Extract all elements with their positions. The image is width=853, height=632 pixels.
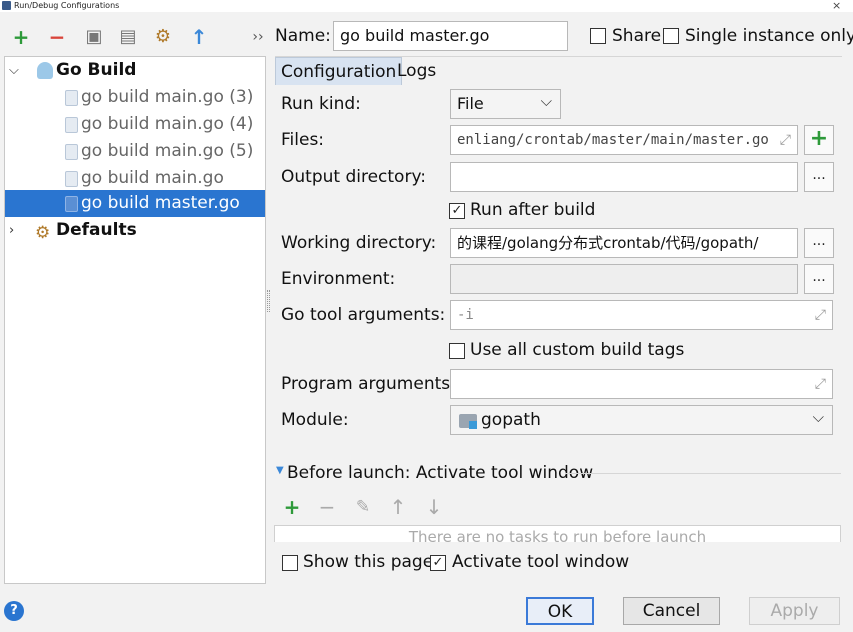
name-label: Name: [275,26,331,46]
single-instance-label: Single instance only [685,26,853,46]
close-icon[interactable]: × [832,0,841,12]
go-file-icon [65,171,78,187]
apply-button[interactable]: Apply [749,597,840,625]
chevron-down-icon[interactable]: ⌵ [9,57,19,84]
title-bar [0,0,853,12]
more-icon[interactable]: ›› [250,26,266,48]
working-dir-field[interactable]: 的课程/golang分布式crontab/代码/gopath/ [450,228,798,258]
run-after-build-checkbox[interactable]: ✓ [449,203,465,219]
expand-icon[interactable]: ⤢ [780,132,791,148]
working-dir-label: Working directory: [281,233,437,253]
tree-item[interactable]: go build main.go (3) [5,84,265,111]
splitter-handle[interactable] [267,290,270,312]
output-dir-label: Output directory: [281,167,426,187]
run-kind-label: Run kind: [281,94,361,114]
go-file-icon [65,196,78,212]
chevron-down-icon: ⌵ [812,408,824,426]
edit-environment-button[interactable]: ... [804,264,834,294]
tree-item[interactable]: go build main.go (5) [5,138,265,165]
tree-item-label: go build main.go (4) [81,114,254,134]
chevron-right-icon[interactable]: › [9,217,14,244]
ok-button[interactable]: OK [526,597,594,625]
tab-logs[interactable]: Logs [392,57,441,85]
single-instance-checkbox[interactable] [663,28,679,44]
gopher-icon [37,62,53,79]
go-tool-args-field[interactable]: -i ⤢ [450,300,833,330]
remove-task-icon[interactable]: − [317,496,337,518]
task-list: There are no tasks to run before launch [274,525,841,542]
program-args-label: Program arguments: [281,374,456,394]
browse-working-dir-button[interactable]: ... [804,228,834,258]
expand-icon[interactable]: ⤢ [815,307,826,323]
show-page-checkbox[interactable] [282,555,298,571]
tree-group-defaults[interactable]: › ⚙ Defaults [5,217,265,244]
share-checkbox[interactable] [590,28,606,44]
tab-configuration[interactable]: Configuration [275,57,403,85]
activate-tool-checkbox[interactable]: ✓ [430,555,446,571]
show-page-label: Show this page [303,552,434,572]
copy-config-icon[interactable]: ▣ [83,26,105,48]
add-config-icon[interactable]: + [10,26,32,48]
cancel-button[interactable]: Cancel [623,597,720,625]
tree-item[interactable]: go build main.go [5,165,265,192]
expand-icon[interactable]: ⤢ [815,376,826,392]
tree-group-go-build[interactable]: ⌵ Go Build [5,57,265,84]
program-args-field[interactable]: ⤢ [450,369,833,399]
config-tree: ⌵ Go Build go build main.go (3) go build… [4,56,266,584]
tree-item-label: go build main.go [81,168,224,188]
environment-label: Environment: [281,269,396,289]
tree-item-label: go build main.go (3) [81,87,254,107]
window-title: Run/Debug Configurations [14,1,120,10]
save-config-icon[interactable]: ▤ [117,26,139,48]
files-label: Files: [281,130,325,150]
move-task-down-icon[interactable]: ↓ [424,496,444,518]
go-file-icon [65,117,78,133]
use-custom-tags-label: Use all custom build tags [470,340,685,360]
add-task-icon[interactable]: + [282,496,302,518]
divider [565,473,841,474]
go-file-icon [65,144,78,160]
tree-item-label: go build main.go (5) [81,141,254,161]
output-dir-field[interactable] [450,162,798,192]
task-list-empty-text: There are no tasks to run before launch [408,528,707,542]
module-badge-icon [469,421,477,429]
name-field[interactable]: go build master.go [333,21,568,51]
module-label: Module: [281,410,349,430]
go-tool-args-label: Go tool arguments: [281,305,446,325]
run-after-build-label: Run after build [470,200,596,220]
share-label: Share [612,26,662,46]
wrench-icon[interactable]: ⚙ [152,26,174,48]
tree-group-label: Go Build [56,60,137,80]
remove-config-icon[interactable]: − [46,26,68,48]
move-up-icon[interactable]: ↑ [188,26,210,48]
move-task-up-icon[interactable]: ↑ [388,496,408,518]
go-file-icon [65,90,78,106]
help-icon[interactable]: ? [4,601,24,621]
chevron-down-icon: ⌵ [540,92,552,110]
before-launch-title: Before launch: Activate tool window [287,463,594,483]
tree-item-label: go build master.go [81,193,240,213]
browse-output-button[interactable]: ... [804,162,834,192]
collapse-triangle-icon[interactable]: ▼ [276,465,284,476]
tree-item[interactable]: go build main.go (4) [5,111,265,138]
edit-task-icon[interactable]: ✎ [353,496,373,518]
run-kind-select[interactable]: File ⌵ [450,89,561,119]
activate-tool-label: Activate tool window [452,552,630,572]
add-file-button[interactable]: + [804,125,834,155]
environment-field[interactable] [450,264,798,294]
wrench-icon: ⚙ [35,223,51,243]
tree-group-label: Defaults [56,220,137,240]
use-custom-tags-checkbox[interactable] [449,343,465,359]
files-field[interactable]: enliang/crontab/master/main/master.go ⤢ [450,125,798,155]
module-select[interactable]: gopath ⌵ [450,405,833,435]
tree-item-selected[interactable]: go build master.go [5,190,265,217]
app-icon [2,1,11,10]
